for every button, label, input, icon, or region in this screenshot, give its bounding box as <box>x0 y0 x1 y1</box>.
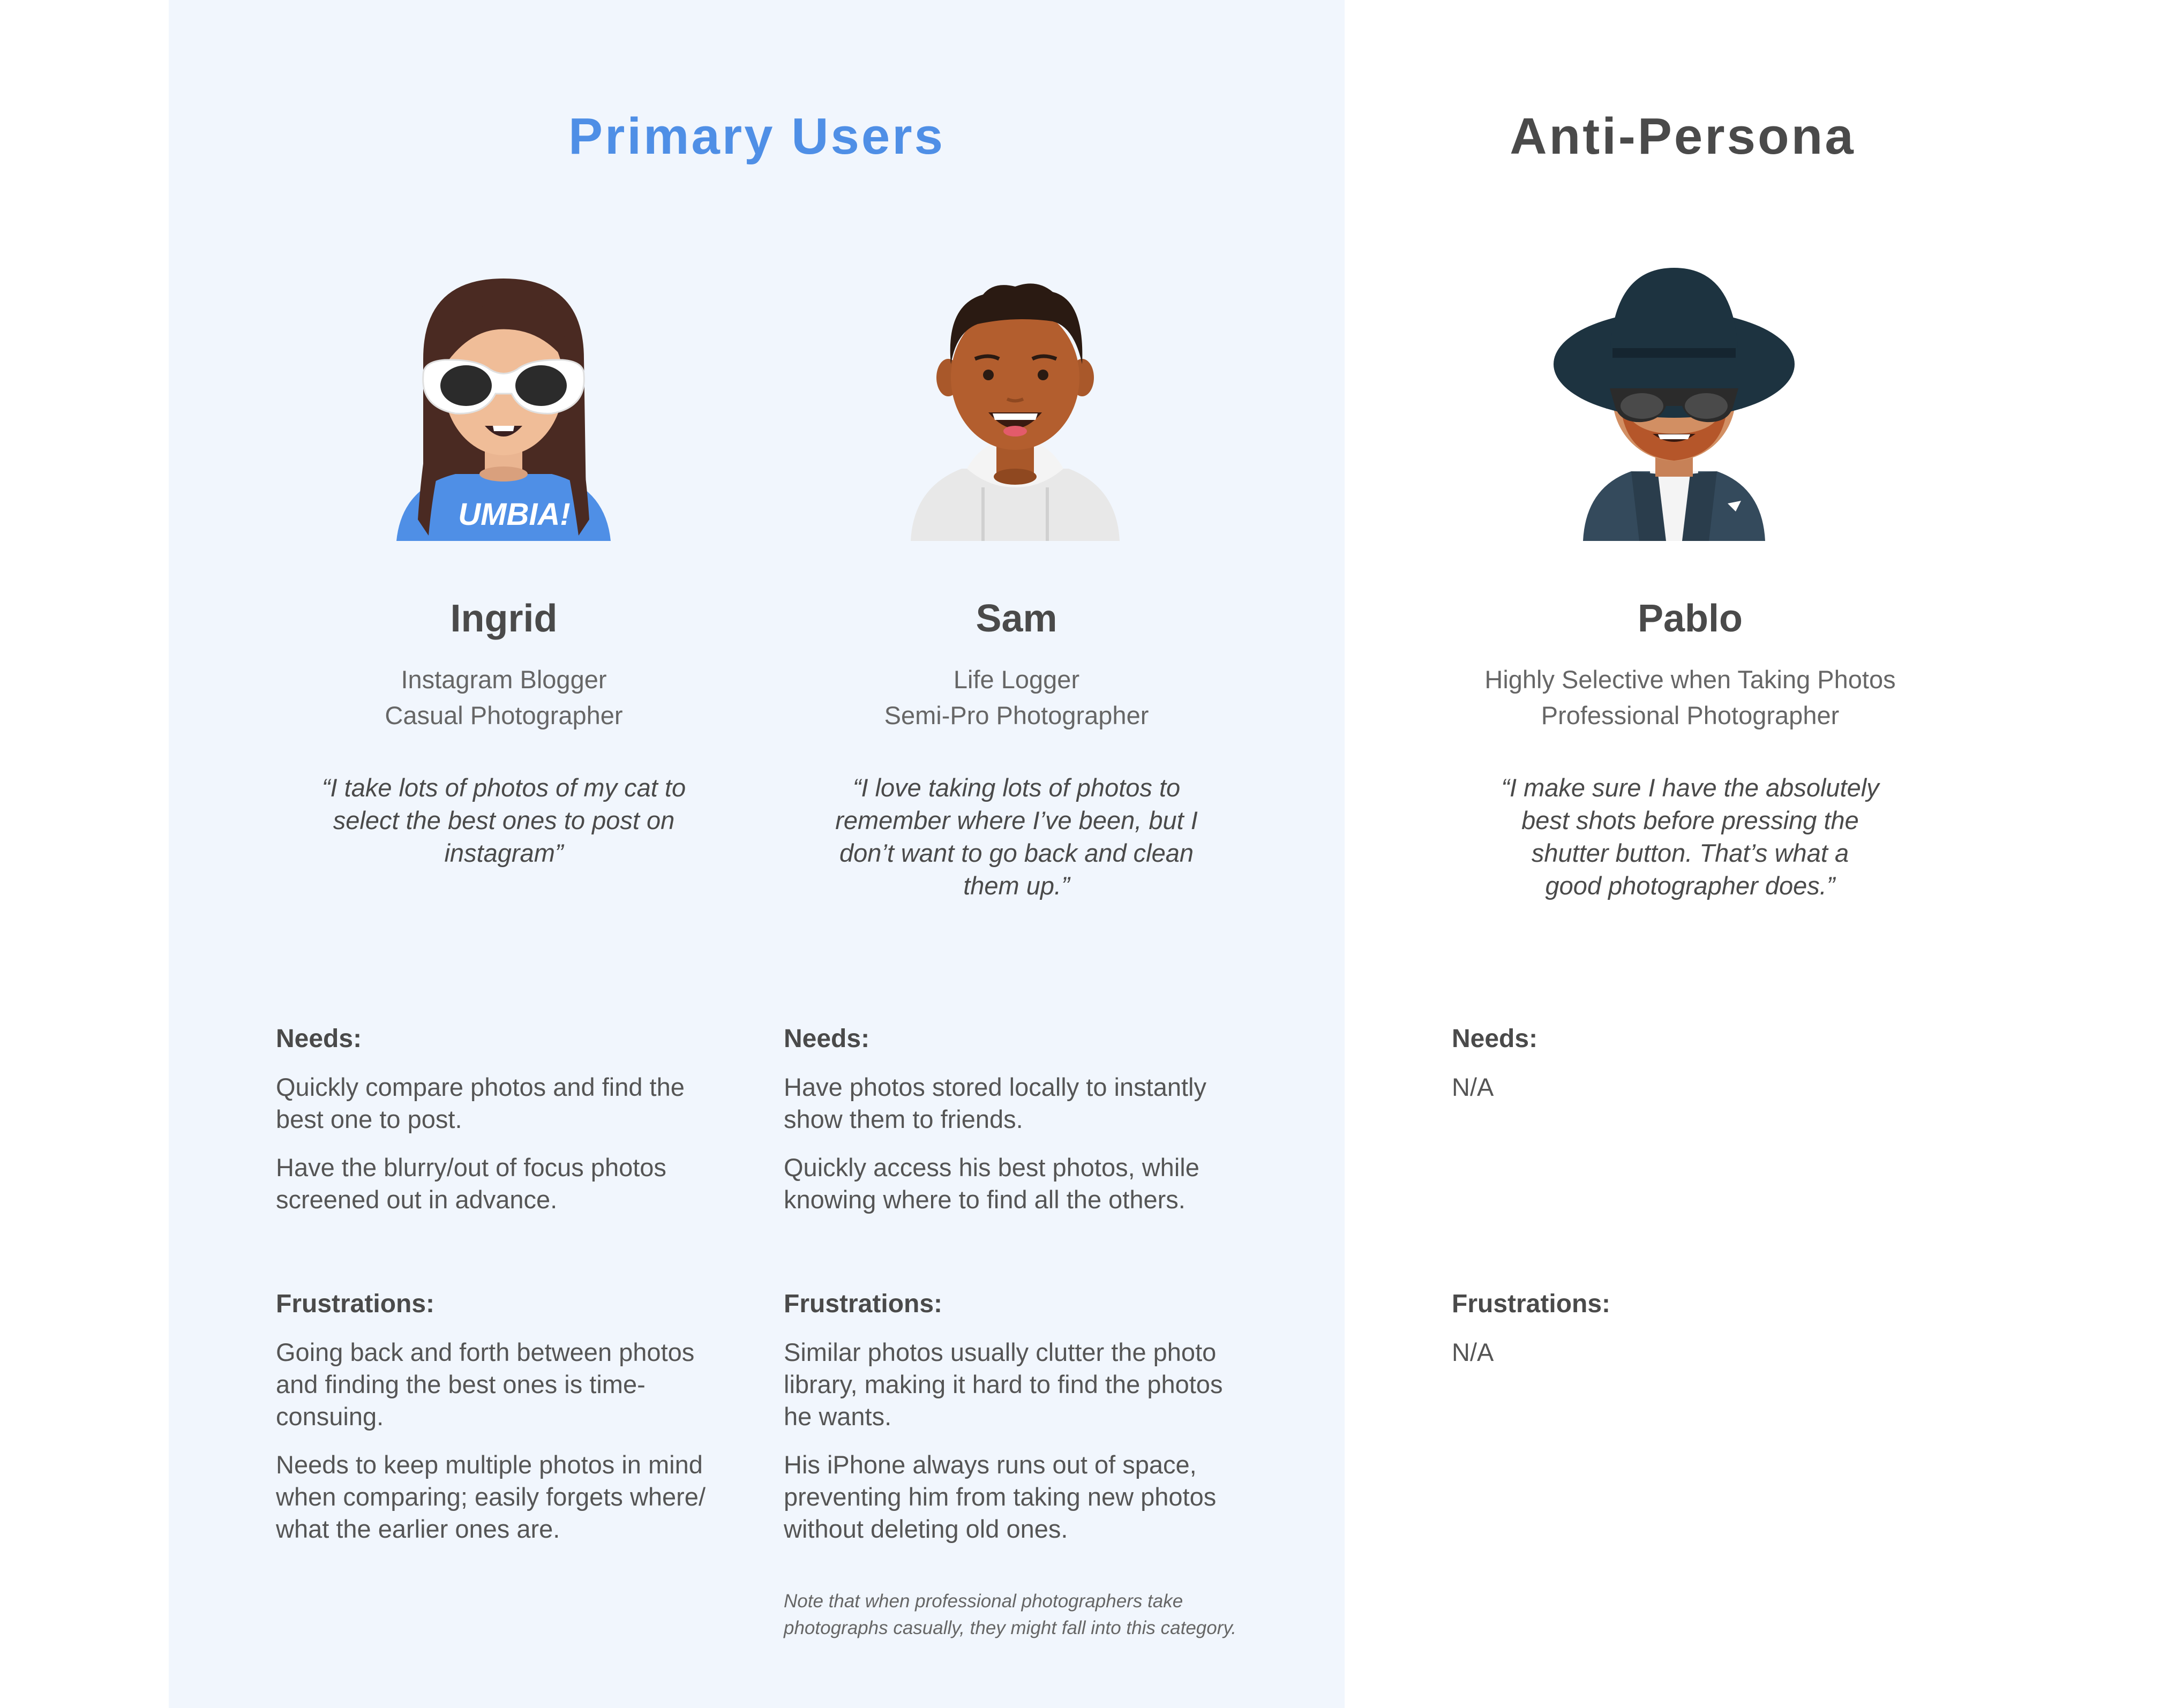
pablo-quote: “I make sure I have the absolutely best … <box>1501 773 1879 900</box>
ingrid-role-1: Instagram Blogger <box>401 665 607 694</box>
sam-frustrations-label: Frustrations: <box>784 1290 943 1318</box>
ingrid-needs-label: Needs: <box>276 1025 362 1053</box>
anti-persona-heading: Anti-Persona <box>1510 108 1856 165</box>
sam-frustration-2: His iPhone always runs out of space, pre… <box>784 1450 1217 1543</box>
pablo-avatar <box>1551 262 1795 546</box>
ingrid-name: Ingrid <box>450 597 558 640</box>
ingrid-quote: “I take lots of photos of my cat to sele… <box>321 773 686 867</box>
ingrid-roles: Instagram Blogger Casual Photographer <box>312 661 695 733</box>
pablo-name: Pablo <box>1637 597 1743 640</box>
ingrid-frustrations-label: Frustrations: <box>276 1290 435 1318</box>
sam-roles: Life Logger Semi-Pro Photographer <box>825 661 1208 733</box>
sam-quote: “I love taking lots of photos to remembe… <box>835 773 1198 900</box>
sam-name: Sam <box>976 597 1057 640</box>
pablo-frustrations-label: Frustrations: <box>1452 1290 1611 1318</box>
ingrid-avatar: UMBIA! <box>391 262 616 546</box>
ingrid-frustration-2: Needs to keep multiple photos in mind wh… <box>276 1450 706 1543</box>
primary-users-heading: Primary Users <box>568 108 946 165</box>
ingrid-frustration-1: Going back and forth between photos and … <box>276 1338 695 1431</box>
sam-role-1: Life Logger <box>953 665 1080 694</box>
ingrid-need-1: Quickly compare photos and find the best… <box>276 1073 685 1133</box>
ingrid-shirt-text: UMBIA! <box>458 497 570 532</box>
ingrid-role-2: Casual Photographer <box>385 701 623 729</box>
sam-note: Note that when professional photographer… <box>784 1591 1236 1638</box>
sam-frustration-1: Similar photos usually clutter the photo… <box>784 1338 1223 1431</box>
pablo-role-1: Highly Selective when Taking Photos <box>1484 665 1896 694</box>
pablo-needs-value: N/A <box>1452 1073 1494 1101</box>
sam-role-2: Semi-Pro Photographer <box>884 701 1149 729</box>
pablo-roles: Highly Selective when Taking Photos Prof… <box>1446 661 1934 733</box>
sam-avatar <box>903 262 1128 546</box>
pablo-frustrations-value: N/A <box>1452 1338 1494 1366</box>
ingrid-need-2: Have the blurry/out of focus photos scre… <box>276 1153 666 1214</box>
pablo-role-2: Professional Photographer <box>1541 701 1840 729</box>
pablo-needs-label: Needs: <box>1452 1025 1538 1053</box>
sam-needs-label: Needs: <box>784 1025 870 1053</box>
sam-need-1: Have photos stored locally to instantly … <box>784 1073 1206 1133</box>
sam-need-2: Quickly access his best photos, while kn… <box>784 1153 1199 1214</box>
